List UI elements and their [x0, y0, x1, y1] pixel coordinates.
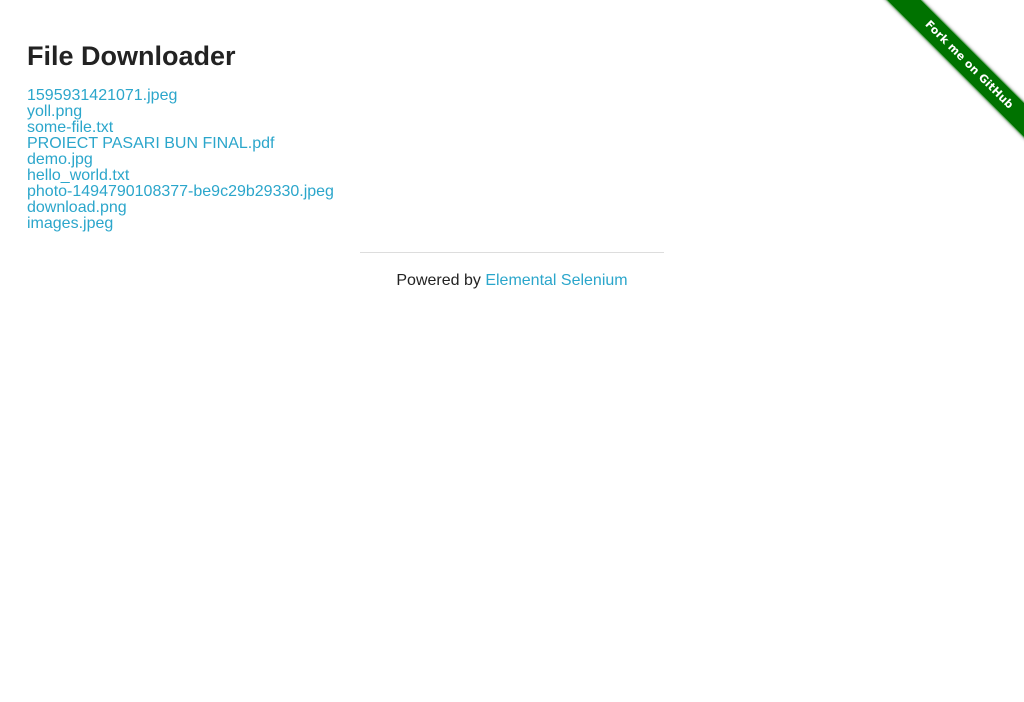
file-link[interactable]: images.jpeg — [27, 216, 334, 232]
page-title: File Downloader — [27, 41, 236, 71]
file-link[interactable]: PROIECT PASARI BUN FINAL.pdf — [27, 136, 334, 152]
ribbon-label: Fork me on GitHub — [922, 17, 1017, 112]
file-link[interactable]: hello_world.txt — [27, 168, 334, 184]
fork-me-on-github-ribbon[interactable]: Fork me on GitHub — [882, 0, 1024, 149]
github-ribbon-container: Fork me on GitHub — [875, 0, 1024, 149]
file-link[interactable]: demo.jpg — [27, 152, 334, 168]
file-link[interactable]: 1595931421071.jpeg — [27, 88, 334, 104]
footer-divider — [360, 252, 664, 253]
file-link[interactable]: download.png — [27, 200, 334, 216]
file-link[interactable]: some-file.txt — [27, 120, 334, 136]
file-list: 1595931421071.jpeg yoll.png some-file.tx… — [27, 88, 334, 232]
file-link[interactable]: photo-1494790108377-be9c29b29330.jpeg — [27, 184, 334, 200]
footer: Powered by Elemental Selenium — [360, 271, 664, 291]
file-link[interactable]: yoll.png — [27, 104, 334, 120]
footer-prefix: Powered by — [396, 272, 486, 289]
elemental-selenium-link[interactable]: Elemental Selenium — [485, 272, 627, 289]
